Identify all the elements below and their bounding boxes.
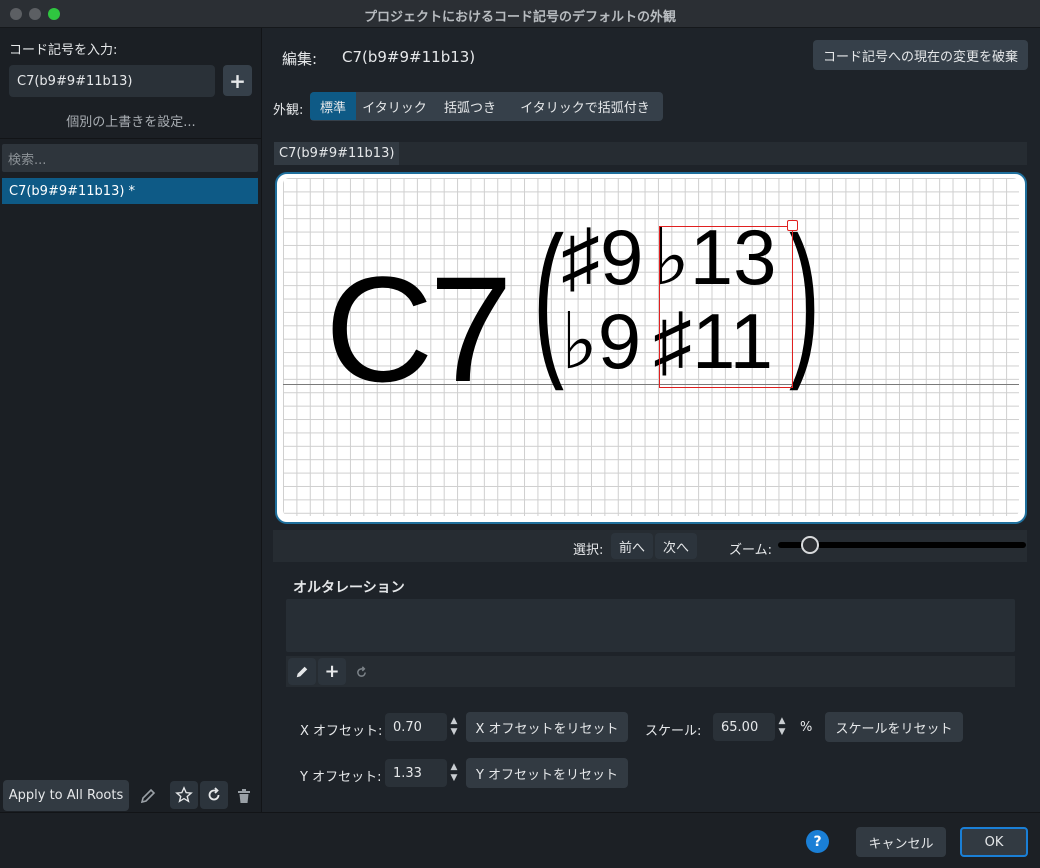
chord-symbol-input[interactable]: C7(b9#9#11b13) — [9, 65, 215, 97]
select-label: 選択: — [573, 543, 604, 558]
plus-icon: + — [324, 661, 340, 682]
star-icon — [175, 786, 193, 803]
previous-button[interactable]: 前へ — [611, 533, 653, 559]
apply-to-all-roots-button[interactable]: Apply to All Roots — [3, 780, 129, 811]
close-parenthesis: ) — [789, 202, 821, 392]
help-icon: ? — [813, 833, 822, 850]
scale-label: スケール: — [645, 724, 702, 739]
edit-alteration-button[interactable] — [288, 658, 316, 685]
selection-handle[interactable] — [787, 220, 798, 231]
main-panel: 編集: C7(b9#9#11b13) コード記号への現在の変更を破棄 外観: 標… — [263, 28, 1040, 812]
help-button[interactable]: ? — [806, 830, 829, 853]
zoom-slider[interactable] — [778, 536, 1026, 554]
preview-tab[interactable]: C7(b9#9#11b13) — [274, 142, 400, 165]
x-offset-stepper[interactable]: ▲ ▼ — [447, 713, 461, 741]
override-link[interactable]: 個別の上書きを設定... — [0, 111, 262, 130]
y-offset-input[interactable]: 1.33 — [385, 759, 447, 787]
chord-preview-canvas[interactable]: C7 ( ♯9 ♭13 ♭9 ♯11 ) — [275, 172, 1027, 524]
appearance-option-italic-parentheses[interactable]: イタリックで括弧付き — [507, 92, 663, 120]
alterations-list[interactable] — [286, 599, 1015, 652]
title-bar: プロジェクトにおけるコード記号のデフォルトの外観 — [0, 0, 1040, 28]
pencil-icon — [296, 666, 308, 677]
edit-icon[interactable] — [135, 784, 161, 808]
open-parenthesis: ( — [533, 202, 565, 392]
x-offset-label: X オフセット: — [300, 724, 383, 739]
scale-unit: % — [800, 720, 813, 735]
preview-grid: C7 ( ♯9 ♭13 ♭9 ♯11 ) — [283, 178, 1019, 516]
search-placeholder: 検索... — [8, 152, 47, 168]
appearance-option-parentheses[interactable]: 括弧つき — [433, 92, 507, 120]
ok-button[interactable]: OK — [960, 827, 1028, 857]
reset-scale-button[interactable]: スケールをリセット — [825, 712, 963, 742]
y-offset-label: Y オフセット: — [300, 770, 382, 785]
trash-icon[interactable] — [234, 784, 254, 808]
edit-value: C7(b9#9#11b13) — [342, 48, 476, 66]
next-button[interactable]: 次へ — [655, 533, 697, 559]
list-item[interactable]: C7(b9#9#11b13) * — [2, 178, 258, 204]
alterations-toolbar — [286, 656, 1015, 687]
alteration-sharp-9: ♯9 — [561, 213, 644, 301]
left-panel: コード記号を入力: C7(b9#9#11b13) + 個別の上書きを設定... … — [0, 28, 262, 812]
discard-changes-button[interactable]: コード記号への現在の変更を破棄 — [813, 40, 1028, 70]
cancel-button[interactable]: キャンセル — [856, 827, 946, 857]
search-input[interactable]: 検索... — [2, 144, 258, 172]
divider — [0, 138, 262, 139]
add-symbol-button[interactable]: + — [223, 65, 252, 96]
reset-button[interactable] — [200, 781, 228, 809]
appearance-segmented-control: 標準 イタリック 括弧つき イタリックで括弧付き — [310, 92, 663, 121]
alterations-title: オルタレーション — [293, 580, 405, 596]
window-title: プロジェクトにおけるコード記号のデフォルトの外観 — [363, 10, 676, 25]
appearance-option-standard[interactable]: 標準 — [310, 92, 356, 120]
scale-input[interactable]: 65.00 — [713, 713, 775, 741]
input-label: コード記号を入力: — [9, 43, 118, 58]
add-alteration-button[interactable]: + — [318, 658, 346, 685]
alteration-flat-9: ♭9 — [561, 297, 642, 385]
reset-alteration-icon[interactable] — [351, 663, 371, 681]
appearance-option-italic[interactable]: イタリック — [356, 92, 433, 120]
reset-y-offset-button[interactable]: Y オフセットをリセット — [466, 758, 628, 788]
scale-stepper[interactable]: ▲ ▼ — [775, 713, 789, 741]
chord-root: C7 — [325, 245, 513, 413]
list-item-label: C7(b9#9#11b13) * — [9, 183, 136, 199]
zoom-label: ズーム: — [729, 543, 772, 558]
y-offset-stepper[interactable]: ▲ ▼ — [447, 759, 461, 787]
favorite-button[interactable] — [170, 781, 198, 809]
reset-icon — [208, 787, 220, 801]
edit-label: 編集: — [282, 50, 318, 68]
dialog-footer: ? キャンセル OK — [0, 812, 1040, 868]
x-offset-input[interactable]: 0.70 — [385, 713, 447, 741]
selection-box[interactable] — [659, 226, 793, 388]
appearance-label: 外観: — [273, 103, 304, 118]
reset-x-offset-button[interactable]: X オフセットをリセット — [466, 712, 628, 742]
plus-icon: + — [229, 68, 246, 93]
